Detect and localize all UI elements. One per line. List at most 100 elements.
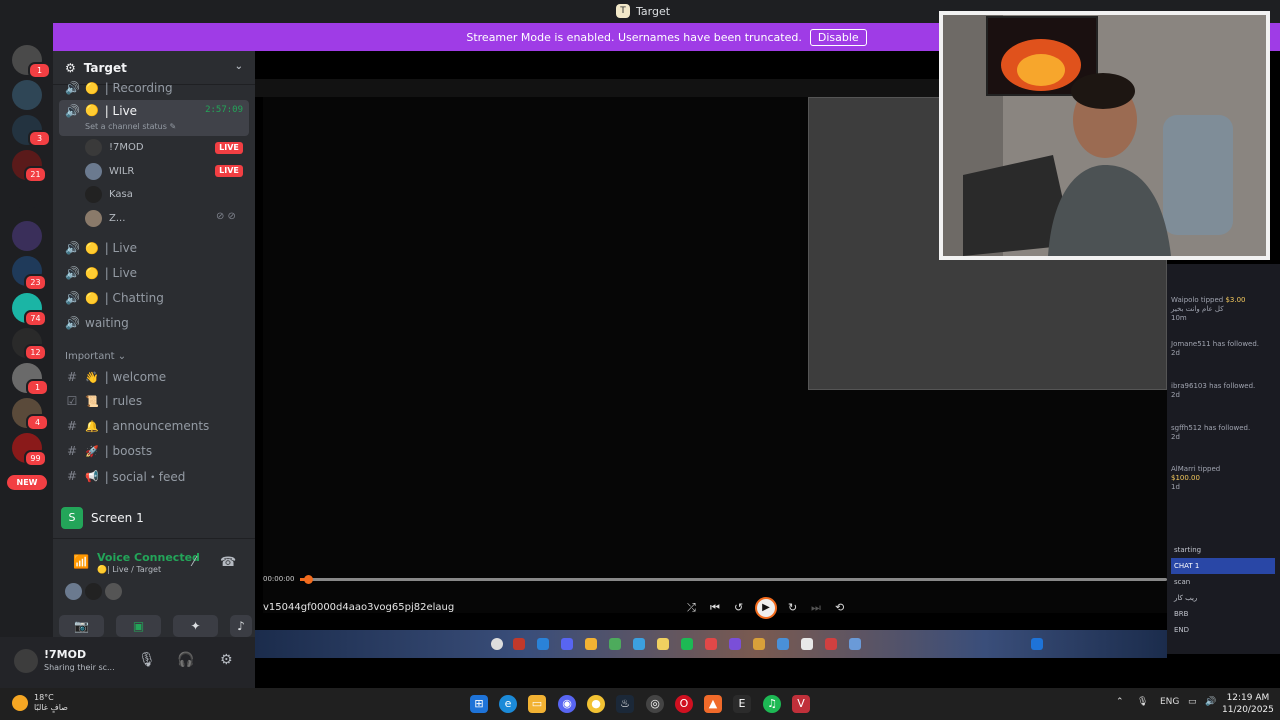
screen-share-label: Screen 1 xyxy=(91,511,144,525)
weather-sun-icon xyxy=(12,695,28,711)
channel-label: | social・feed xyxy=(104,469,186,484)
server-icon[interactable] xyxy=(12,80,42,110)
folder-icon[interactable]: ▭ xyxy=(528,695,546,713)
channel-label: | rules xyxy=(104,394,143,408)
voice-channel-chatting[interactable]: 🔊 🟡 | Chatting xyxy=(59,286,249,310)
weather-widget[interactable]: 18°C صافٍ غالبًا xyxy=(12,693,68,713)
app-icon xyxy=(753,638,765,650)
avatar[interactable] xyxy=(65,583,82,600)
discord-icon[interactable]: ◉ xyxy=(558,695,576,713)
username[interactable]: !7MOD xyxy=(44,648,86,661)
app-icon xyxy=(801,638,813,650)
seek-handle[interactable] xyxy=(304,575,314,584)
voice-channel-live[interactable]: 🔊 🟡 | Live xyxy=(59,236,249,260)
scene-item-selected[interactable]: CHAT 1 xyxy=(1171,558,1275,574)
voice-member[interactable]: !7MOD xyxy=(85,137,144,157)
play-button[interactable]: ▶ xyxy=(755,597,777,619)
app-icon xyxy=(561,638,573,650)
microphone-icon[interactable]: 🎙 xyxy=(1137,697,1148,707)
app-icon xyxy=(825,638,837,650)
seek-track[interactable] xyxy=(300,578,1167,581)
alert-item: Waipolo tipped $3.00 كل عام وانت بخير 10m xyxy=(1171,296,1246,322)
emoji-icon: 📜 xyxy=(85,394,99,408)
clock[interactable]: 12:19 AM 11/20/2025 xyxy=(1222,692,1274,716)
server-header[interactable]: ⚙ Target ⌄ xyxy=(53,51,255,85)
speaker-icon: 🔊 xyxy=(65,104,80,118)
app-icon[interactable]: ▲ xyxy=(704,695,722,713)
chat-app-icon[interactable]: ● xyxy=(587,695,605,713)
forward-icon[interactable]: ↻ xyxy=(788,601,797,614)
microphone-icon[interactable]: 🎙 xyxy=(138,652,156,668)
voice-channel-recording[interactable]: 🔊 🟡 | Recording xyxy=(59,81,249,95)
channel-timer: 2:57:09 xyxy=(205,105,243,115)
soundboard-button[interactable]: ♪ xyxy=(230,615,252,637)
volume-icon[interactable]: 🔊 xyxy=(1205,697,1216,707)
chevron-up-icon[interactable]: ⌃ xyxy=(1116,697,1124,707)
headphones-icon[interactable]: 🎧 xyxy=(177,652,194,668)
text-channel-social-feed[interactable]: # 📢 | social・feed xyxy=(59,464,249,488)
hash-icon: # xyxy=(66,469,78,483)
unread-badge: 3 xyxy=(28,130,51,147)
gear-icon[interactable]: ⚙ xyxy=(220,652,233,668)
server-icon[interactable] xyxy=(12,221,42,251)
hash-icon: # xyxy=(66,419,78,433)
edge-icon[interactable]: e xyxy=(499,695,517,713)
windows-start-icon[interactable]: ⊞ xyxy=(470,695,488,713)
avatar[interactable] xyxy=(85,583,102,600)
activities-button[interactable]: ✦ xyxy=(173,615,218,637)
app-icon xyxy=(681,638,693,650)
epic-games-icon[interactable]: E xyxy=(733,695,751,713)
scene-item[interactable]: ريب كار xyxy=(1171,590,1275,606)
shuffle-icon[interactable]: ⤮ xyxy=(687,601,696,615)
live-badge: LIVE xyxy=(215,165,243,177)
text-channel-announcements[interactable]: # 🔔 | announcements xyxy=(59,414,249,438)
text-channel-rules[interactable]: ☑ 📜 | rules xyxy=(59,389,249,413)
opera-icon[interactable]: O xyxy=(675,695,693,713)
voicemeeter-icon[interactable]: V xyxy=(792,695,810,713)
user-status: Sharing their sc... xyxy=(44,663,115,672)
avatar[interactable] xyxy=(14,649,38,673)
text-channel-boosts[interactable]: # 🚀 | boosts xyxy=(59,439,249,463)
spotify-icon[interactable]: ♫ xyxy=(763,695,781,713)
repeat-icon[interactable]: ⟲ xyxy=(835,601,844,614)
language-indicator[interactable]: ENG xyxy=(1160,697,1179,707)
disconnect-icon[interactable]: ☎ xyxy=(220,555,236,570)
channel-status[interactable]: Set a channel status ✎ xyxy=(85,122,176,131)
folder-icon[interactable] xyxy=(17,188,37,208)
disable-streamer-mode-button[interactable]: Disable xyxy=(809,28,867,46)
next-icon[interactable]: ⏭ xyxy=(811,601,821,615)
voice-member[interactable]: Z... xyxy=(85,208,125,228)
muted-icon: ⊘ ⊘ xyxy=(216,211,236,222)
unread-badge: 99 xyxy=(24,450,47,467)
network-icon[interactable]: ▭ xyxy=(1188,697,1197,707)
voice-channel-waiting[interactable]: 🔊 waiting xyxy=(59,311,249,335)
new-badge[interactable]: NEW xyxy=(7,475,47,490)
text-channel-welcome[interactable]: # 👋 | welcome xyxy=(59,365,249,389)
live-badge: LIVE xyxy=(215,142,243,154)
scene-item[interactable]: BRB xyxy=(1171,606,1275,622)
hash-icon: # xyxy=(66,370,78,384)
scene-item[interactable]: END xyxy=(1171,622,1275,638)
steam-icon[interactable]: ♨ xyxy=(616,695,634,713)
webcam-image xyxy=(943,15,1266,256)
voice-channel-live[interactable]: 🔊 🟡 | Live xyxy=(59,261,249,285)
member-name: !7MOD xyxy=(109,141,144,153)
share-screen-button[interactable]: ▣ xyxy=(116,615,161,637)
voice-member[interactable]: Kasa xyxy=(85,184,133,204)
avatar[interactable] xyxy=(105,583,122,600)
noise-suppression-icon[interactable]: ⁄ xyxy=(193,555,195,570)
scene-item[interactable]: scan xyxy=(1171,574,1275,590)
voice-member[interactable]: WILR xyxy=(85,161,134,181)
chevron-down-icon: ⌄ xyxy=(234,61,243,72)
previous-icon[interactable]: ⏮ xyxy=(710,601,720,615)
webcam-overlay xyxy=(939,11,1270,260)
seek-bar[interactable]: 00:00:00 xyxy=(263,572,1167,590)
stream-alerts-panel: Waipolo tipped $3.00 كل عام وانت بخير 10m… xyxy=(1167,264,1280,654)
voice-channel-name[interactable]: 🟡| Live / Target xyxy=(97,565,161,574)
camera-off-button[interactable]: 📷 xyxy=(59,615,104,637)
scene-item[interactable]: starting xyxy=(1171,542,1275,558)
obs-icon[interactable]: ◎ xyxy=(646,695,664,713)
voice-status[interactable]: Voice Connected xyxy=(97,551,200,564)
category-important[interactable]: Important ⌄ xyxy=(65,351,126,362)
rewind-icon[interactable]: ↺ xyxy=(734,601,743,614)
